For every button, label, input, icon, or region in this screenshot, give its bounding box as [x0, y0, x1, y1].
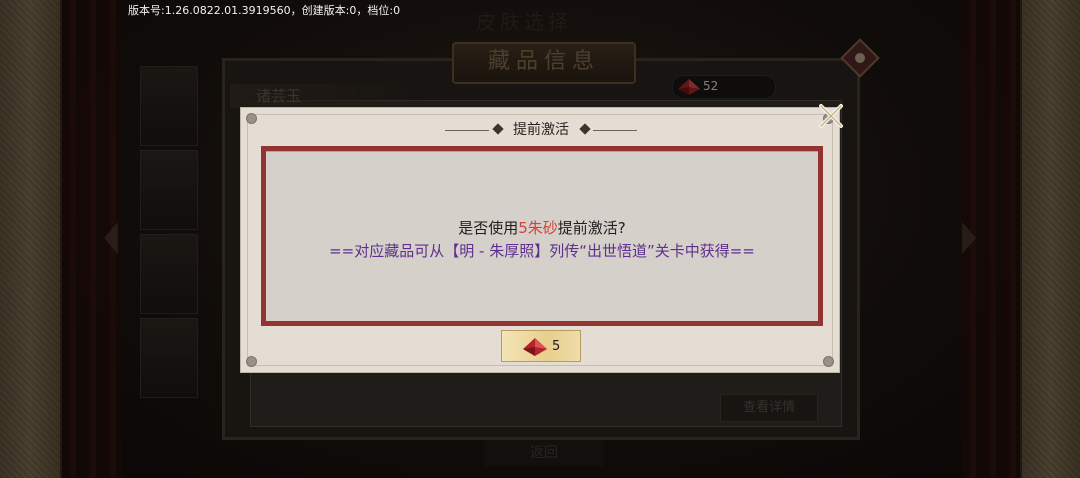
corner-rivet — [246, 113, 257, 124]
activate-early-dialog: 提前激活 是否使用5朱砂提前激活? ==对应藏品可从【明 - 朱厚照】列传“出世… — [240, 107, 840, 373]
source-hint: ==对应藏品可从【明 - 朱厚照】列传“出世悟道”关卡中获得== — [329, 242, 755, 260]
question-text: 是否使用5朱砂提前激活? — [266, 217, 818, 238]
corner-rivet — [823, 356, 834, 367]
message-box: 是否使用5朱砂提前激活? ==对应藏品可从【明 - 朱厚照】列传“出世悟道”关卡… — [261, 146, 823, 326]
version-info: 版本号:1.26.0822.01.3919560，创建版本:0，档位:0 — [128, 4, 401, 17]
activate-cost-button[interactable]: 5 — [501, 330, 581, 362]
close-icon[interactable] — [814, 99, 848, 133]
cost-highlight: 5朱砂 — [518, 219, 558, 237]
cost-amount: 5 — [552, 339, 561, 354]
message-box-highlight — [266, 151, 818, 152]
title-line-right — [593, 130, 637, 131]
question-prefix: 是否使用 — [458, 219, 519, 237]
corner-rivet — [246, 356, 257, 367]
cinnabar-gem-icon — [523, 338, 547, 356]
question-suffix: 提前激活? — [557, 219, 626, 237]
